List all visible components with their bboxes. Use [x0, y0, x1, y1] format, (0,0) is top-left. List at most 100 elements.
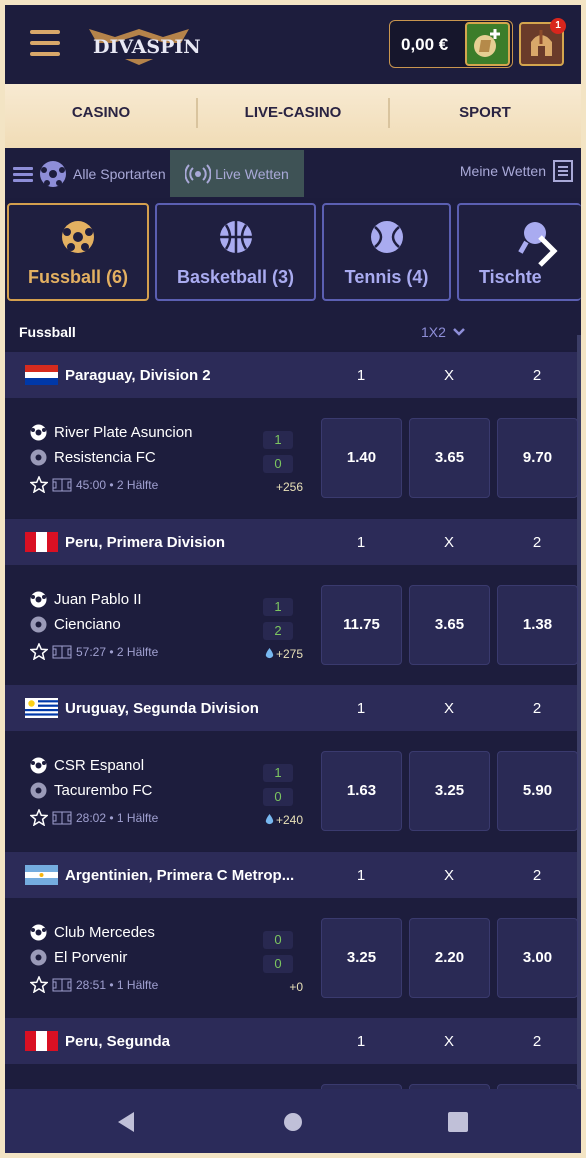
chevron-down-icon: [453, 328, 465, 336]
soccer-ball-icon: [40, 161, 66, 187]
soccer-ball-icon: [30, 424, 47, 441]
match-row[interactable]: Club Mercedes El Porvenir 28:51 • 1 Hälf…: [5, 898, 578, 1018]
match-meta: 28:51 • 1 Hälfte: [30, 976, 158, 993]
nav-live-casino[interactable]: LIVE-CASINO: [197, 84, 389, 148]
chevron-right-icon[interactable]: [535, 231, 559, 276]
odd-button-2[interactable]: 5.90: [497, 751, 578, 831]
logo[interactable]: DIVASPIN: [85, 23, 201, 67]
away-team: Tacurembo FC: [30, 782, 152, 799]
odd-button-2[interactable]: 3.00: [497, 918, 578, 998]
pitch-icon: [52, 478, 72, 491]
odds-header-x: X: [443, 534, 454, 551]
tab-basketball[interactable]: Basketball (3): [155, 203, 316, 301]
live-bets-button[interactable]: Live Wetten: [170, 150, 304, 197]
away-team-name: Resistencia FC: [54, 449, 156, 466]
more-markets[interactable]: +275: [243, 647, 303, 661]
profile-button[interactable]: 1: [519, 18, 566, 66]
match-row[interactable]: Juan Pablo II Cienciano 57:27 • 2 Hälfte…: [5, 565, 578, 685]
odd-button-x[interactable]: 3.25: [409, 751, 490, 831]
away-score: 0: [263, 955, 293, 973]
bet-slip-icon: [553, 160, 573, 182]
all-sports-label: Alle Sportarten: [73, 166, 166, 182]
soccer-ball-icon: [30, 782, 47, 799]
pitch-icon: [52, 645, 72, 658]
recents-icon[interactable]: [447, 1111, 469, 1133]
star-icon[interactable]: [30, 976, 48, 993]
league-header: Peru, Segunda 1 X 2: [5, 1018, 577, 1064]
away-score: 0: [263, 455, 293, 473]
menu-icon[interactable]: [30, 30, 60, 58]
home-score: 1: [263, 764, 293, 782]
odd-button-2[interactable]: 9.70: [497, 418, 578, 498]
odd-button-2[interactable]: 1.38: [497, 585, 578, 665]
my-bets-button[interactable]: Meine Wetten: [460, 160, 573, 182]
soccer-ball-icon: [30, 757, 47, 774]
tab-fussball[interactable]: Fussball (6): [7, 203, 149, 301]
more-markets[interactable]: +256: [243, 480, 303, 494]
odd-button-x[interactable]: 2.20: [409, 918, 490, 998]
back-icon[interactable]: [115, 1111, 137, 1133]
star-icon[interactable]: [30, 809, 48, 826]
home-icon[interactable]: [282, 1111, 304, 1133]
system-nav-bar: [5, 1089, 581, 1153]
home-score: 0: [263, 931, 293, 949]
match-row[interactable]: CSR Espanol Tacurembo FC 28:02 • 1 Hälft…: [5, 731, 578, 851]
app-frame: DIVASPIN 0,00 € 1 CASINO LIVE-CASINO SPO…: [5, 5, 581, 1153]
league-header: Paraguay, Division 2 1 X 2: [5, 352, 577, 398]
match-row[interactable]: River Plate Asuncion Resistencia FC 45:0…: [5, 398, 578, 518]
odd-button-1[interactable]: 1.40: [321, 418, 402, 498]
top-header: DIVASPIN 0,00 € 1: [5, 5, 581, 84]
basketball-icon: [219, 221, 252, 253]
more-markets[interactable]: +240: [243, 813, 303, 827]
odds-header-1: 1: [356, 867, 366, 884]
market-selector[interactable]: 1X2: [421, 324, 466, 340]
home-team-name: River Plate Asuncion: [54, 424, 193, 441]
odds-header-2: 2: [532, 367, 542, 384]
tab-tennis[interactable]: Tennis (4): [322, 203, 451, 301]
away-team: Resistencia FC: [30, 449, 156, 466]
odd-button-1[interactable]: 11.75: [321, 585, 402, 665]
sport-tabs: Fussball (6) Basketball (3) Tennis (4) T…: [5, 201, 581, 305]
odds-header-1: 1: [356, 367, 366, 384]
home-team: CSR Espanol: [30, 757, 144, 774]
section-header: Fussball 1X2: [5, 310, 581, 350]
odds-header-2: 2: [532, 1033, 542, 1050]
all-sports-button[interactable]: Alle Sportarten: [13, 160, 166, 188]
league-name: Paraguay, Division 2: [65, 367, 211, 384]
tab-label: Basketball (3): [176, 267, 295, 287]
odds-header-x: X: [443, 867, 454, 884]
more-markets[interactable]: +0: [243, 980, 303, 994]
peru-flag-icon: [25, 532, 58, 552]
live-bets-label: Live Wetten: [215, 165, 289, 182]
league-header: Uruguay, Segunda Division 1 X 2: [5, 685, 577, 731]
odds-header-1: 1: [356, 534, 366, 551]
nav-sport[interactable]: SPORT: [389, 84, 581, 148]
star-icon[interactable]: [30, 643, 48, 660]
tab-tischtennis[interactable]: Tischte: [457, 203, 581, 301]
odds-header-1: 1: [356, 1033, 366, 1050]
match-time: 45:00 • 2 Hälfte: [76, 477, 159, 492]
away-team-name: Tacurembo FC: [54, 782, 153, 799]
star-icon[interactable]: [30, 476, 48, 493]
odd-button-x[interactable]: 3.65: [409, 585, 490, 665]
match-meta: 28:02 • 1 Hälfte: [30, 809, 158, 826]
away-team: Cienciano: [30, 616, 121, 633]
deposit-button[interactable]: [465, 22, 510, 66]
away-score: 2: [263, 622, 293, 640]
away-score: 0: [263, 788, 293, 806]
odd-button-x[interactable]: 3.65: [409, 418, 490, 498]
tennis-icon: [370, 221, 403, 253]
soccer-icon: [62, 221, 94, 253]
soccer-ball-icon: [30, 616, 47, 633]
odd-button-1[interactable]: 3.25: [321, 918, 402, 998]
nav-casino[interactable]: CASINO: [5, 84, 197, 148]
league-header: Argentinien, Primera C Metrop... 1 X 2: [5, 852, 577, 898]
paraguay-flag-icon: [25, 365, 58, 385]
logo-text: DIVASPIN: [93, 36, 201, 58]
tab-label: Tennis (4): [344, 267, 429, 287]
odds-header-x: X: [443, 1033, 454, 1050]
drop-icon: [265, 648, 274, 659]
odd-button-1[interactable]: 1.63: [321, 751, 402, 831]
match-meta: 57:27 • 2 Hälfte: [30, 643, 158, 660]
league-name: Peru, Primera Division: [65, 534, 226, 551]
